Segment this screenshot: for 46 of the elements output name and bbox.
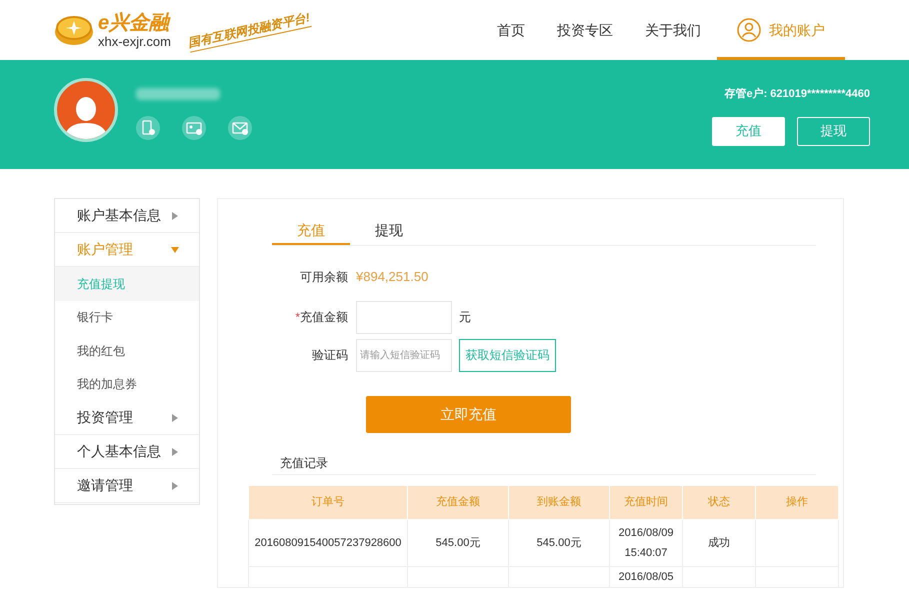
amount-input-field[interactable] <box>356 300 452 334</box>
column-header: 订单号 <box>248 485 408 519</box>
table-cell: 2016/08/05 <box>618 570 674 582</box>
field-label: 可用余额 <box>300 268 348 286</box>
id-card-verified-icon[interactable] <box>182 116 206 140</box>
table-cell: 545.00元 <box>436 536 480 548</box>
table-cell: 545.00元 <box>536 536 582 548</box>
table-cell: 2016/08/09 15:40:07 <box>618 526 674 558</box>
required-mark: * <box>295 309 300 326</box>
table-cell: 201608091540057237928600 <box>254 536 402 548</box>
column-header: 状态 <box>682 485 756 519</box>
sms-code-input-field[interactable]: 请输入短信验证码 <box>356 338 452 372</box>
sidebar-item[interactable]: 账户基本信息 <box>55 199 199 233</box>
caret-icon <box>171 212 179 220</box>
sidebar-subitem[interactable]: 我的加息券 <box>55 368 199 401</box>
column-header: 充值时间 <box>610 485 682 519</box>
phone-verified-icon[interactable] <box>136 116 160 140</box>
mail-verified-icon[interactable] <box>228 116 252 140</box>
sidebar-subitem[interactable]: 银行卡 <box>55 300 199 334</box>
sidebar-item[interactable]: 个人基本信息 <box>55 435 199 469</box>
column-header: 充值金额 <box>408 485 508 519</box>
caret-icon <box>171 482 179 490</box>
table-cell: 成功 <box>708 536 730 548</box>
field-label: 验证码 <box>312 347 348 364</box>
column-header: 到账金额 <box>508 485 610 519</box>
custody-account-text: 存管e户: 621019*********4460 <box>724 86 870 102</box>
slogan-text: 国有互联网投融资平台! <box>186 8 312 52</box>
field-label: 充值金额 <box>300 309 348 326</box>
domain-text: xhx-exjr.com <box>98 34 171 48</box>
caret-icon <box>171 414 179 422</box>
sidebar-item[interactable]: 投资管理 <box>55 401 199 435</box>
caret-icon <box>171 246 179 254</box>
sidebar-item[interactable]: 邀请管理 <box>55 469 199 503</box>
section-title: 充值记录 <box>280 456 328 470</box>
unit-text: 元 <box>459 309 471 326</box>
column-header: 操作 <box>756 485 838 519</box>
balance-amount: ¥894,251.50 <box>356 268 428 286</box>
nav-link[interactable]: 关于我们 <box>629 0 717 60</box>
tab[interactable]: 提现 <box>350 217 428 245</box>
caret-icon <box>171 448 179 456</box>
nav-link[interactable]: 投资专区 <box>541 0 629 60</box>
coin-logo-icon <box>54 13 94 47</box>
sidebar-subitem[interactable]: 我的红包 <box>55 334 199 368</box>
brand-name: e兴金融 <box>98 12 171 32</box>
user-icon <box>737 18 761 42</box>
nav-link[interactable]: 首页 <box>481 0 541 60</box>
